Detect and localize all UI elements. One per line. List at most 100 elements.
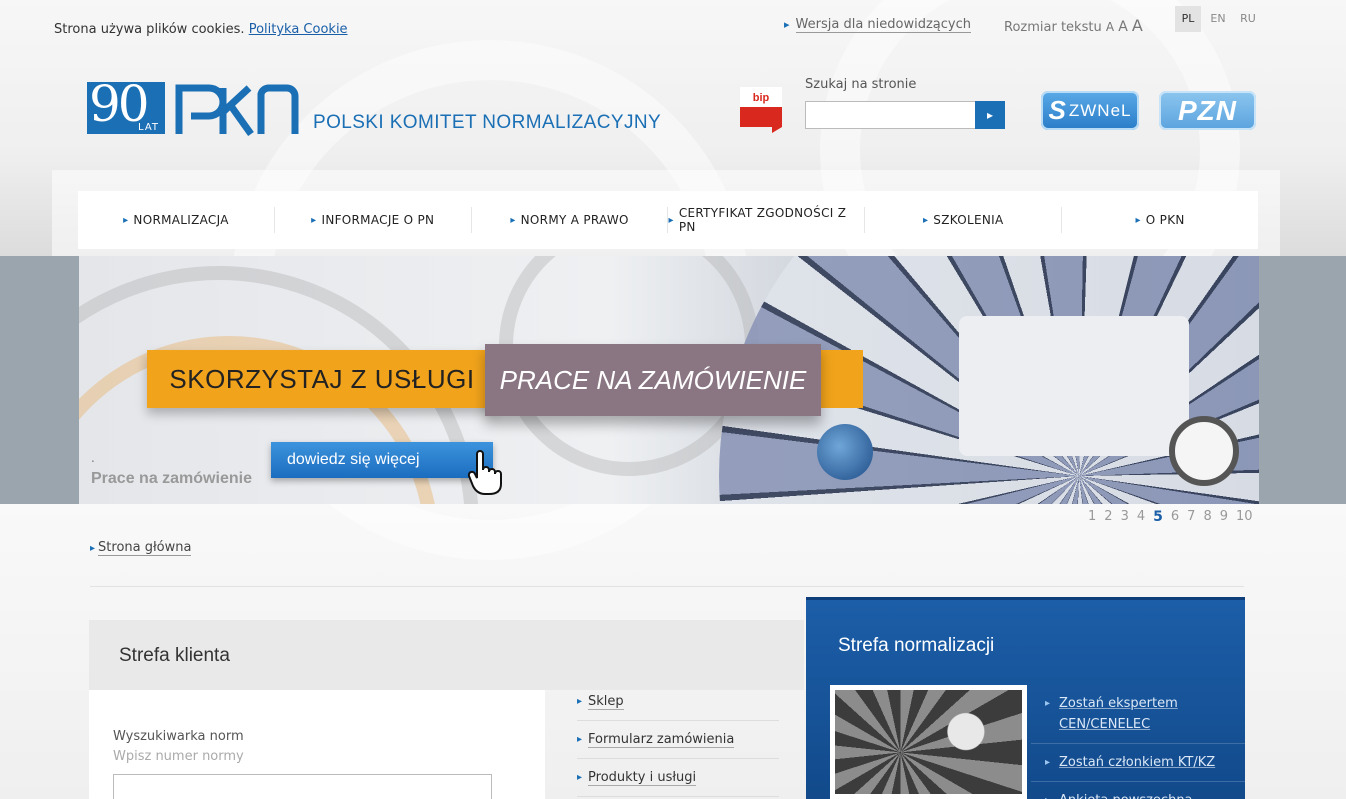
client-link-label: Sklep (588, 693, 624, 710)
zwnel-label: ZWNeL (1068, 100, 1132, 120)
chevron-right-icon: ▸ (668, 214, 674, 226)
text-size-large[interactable]: A (1132, 16, 1143, 35)
text-size-control: Rozmiar tekstu A A A (1004, 16, 1143, 35)
banner-headline-tail (821, 350, 863, 408)
cookie-text: Strona używa plików cookies. (54, 22, 245, 37)
pager-page-active[interactable]: 5 (1153, 509, 1163, 525)
language-switcher: PL EN RU (1175, 6, 1265, 32)
norm-link-label: Zostań członkiem KT/KZ (1059, 755, 1216, 770)
organization-name: POLSKI KOMITET NORMALIZACYJNY (313, 112, 662, 133)
search-input[interactable] (805, 101, 976, 129)
client-link-label: Produkty i usługi (588, 769, 697, 786)
banner-headline-right: PRACE NA ZAMÓWIENIE (485, 344, 821, 416)
cookie-policy-link[interactable]: Polityka Cookie (249, 22, 348, 37)
pager-page[interactable]: 9 (1220, 509, 1228, 525)
chevron-right-icon: ▸ (311, 214, 317, 226)
banner-pager: 1 2 3 4 5 6 7 8 9 10 (1088, 509, 1261, 525)
nav-item-o-pkn[interactable]: ▸ O PKN (1061, 207, 1258, 233)
svg-text:bip: bip (753, 92, 770, 104)
chevron-right-icon: ▸ (784, 18, 790, 31)
chevron-right-icon: ▸ (1045, 790, 1050, 799)
nav-item-szkolenia[interactable]: ▸ SZKOLENIA (864, 207, 1061, 233)
nav-item-informacje[interactable]: ▸ INFORMACJE O PN (273, 207, 471, 233)
banner-caption-dot: . (91, 451, 95, 465)
chevron-right-icon: ▸ (922, 214, 929, 226)
nav-item-normy-a-prawo[interactable]: ▸ NORMY A PRAWO (470, 207, 668, 233)
pzn-label: PZN (1178, 94, 1237, 126)
norm-search-hint: Wpisz numer normy (113, 749, 244, 764)
main-nav: ▸ NORMALIZACJA ▸ INFORMACJE O PN ▸ NORMY A … (78, 191, 1258, 249)
pager-page[interactable]: 4 (1137, 509, 1145, 525)
divider (90, 586, 1244, 587)
zwnel-logo-icon: S (1048, 95, 1067, 125)
text-size-small[interactable]: A (1106, 20, 1114, 34)
text-size-label: Rozmiar tekstu (1004, 20, 1102, 35)
learn-more-button[interactable]: dowiedz się więcej (271, 442, 493, 478)
accessibility-link[interactable]: Wersja dla niedowidzących (795, 17, 971, 33)
chevron-right-icon: ▸ (577, 696, 583, 707)
banner-photo-center (959, 316, 1189, 456)
norm-link-label: Ankieta powszechna (1059, 790, 1193, 799)
chevron-right-icon: ▸ (577, 772, 583, 783)
clock-icon (1169, 416, 1239, 486)
nav-item-normalizacja[interactable]: ▸ NORMALIZACJA (78, 207, 274, 233)
nav-item-label: CERTYFIKAT ZGODNOŚCI Z PN (678, 206, 847, 234)
client-links: ▸ Sklep ▸ Formularz zamówienia ▸ Produkty i… (577, 683, 779, 797)
globe-icon (817, 424, 873, 480)
pager-page[interactable]: 2 (1104, 509, 1112, 525)
search-label: Szukaj na stronie (805, 77, 917, 92)
breadcrumb-home[interactable]: Strona główna (98, 540, 192, 556)
chevron-right-icon: ▸ (123, 214, 129, 226)
chevron-right-icon: ▸ (1135, 214, 1141, 226)
hero-banner[interactable]: SKORZYSTAJ Z USŁUGI PRACE NA ZAMÓWIENIE … (79, 256, 1259, 504)
anniversary-lat: LAT (138, 122, 159, 133)
text-size-medium[interactable]: A (1118, 19, 1128, 35)
search-button[interactable]: ▸ (975, 101, 1005, 129)
chevron-right-icon: ▸ (1045, 698, 1051, 709)
norm-link-ekspert[interactable]: ▸ Zostań ekspertem CEN/CENELEC (1031, 685, 1245, 744)
accessibility-link-wrap[interactable]: ▸ Wersja dla niedowidzących (784, 17, 971, 33)
bip-link[interactable]: bip (740, 87, 782, 133)
pager-page[interactable]: 6 (1171, 509, 1179, 525)
nav-item-label: SZKOLENIA (933, 213, 1004, 227)
breadcrumb: ▸ Strona główna (90, 540, 192, 556)
pager-page[interactable]: 1 (1088, 509, 1096, 525)
norm-link-czlonek[interactable]: ▸ Zostań członkiem KT/KZ (1031, 744, 1245, 782)
normalization-links: ▸ Zostań ekspertem CEN/CENELEC ▸ Zostań cz… (1031, 685, 1245, 799)
hand-cursor-icon (467, 450, 502, 495)
cookie-notice: Strona używa plików cookies. Polityka Co… (54, 22, 348, 37)
chevron-right-icon: ▸ (577, 734, 583, 745)
pager-page[interactable]: 3 (1121, 509, 1129, 525)
chevron-right-icon: ▸ (510, 214, 516, 226)
bip-icon: bip (740, 87, 782, 133)
pager-page[interactable]: 7 (1187, 509, 1195, 525)
pkn-logo-mark (175, 84, 299, 136)
zwnel-link[interactable]: S ZWNeL (1041, 91, 1139, 130)
gears-image (835, 690, 1022, 794)
client-link-produkty[interactable]: ▸ Produkty i usługi (577, 759, 779, 797)
nav-item-certyfikat[interactable]: ▸ CERTYFIKAT ZGODNOŚCI Z PN (667, 206, 864, 234)
nav-item-label: NORMY A PRAWO (520, 213, 629, 227)
norm-search-label: Wyszukiwarka norm (113, 729, 244, 744)
anniversary-badge: 90 LAT (87, 75, 165, 134)
chevron-right-icon: ▸ (90, 543, 96, 554)
client-link-formularz[interactable]: ▸ Formularz zamówienia (577, 721, 779, 759)
banner-headline-left: SKORZYSTAJ Z USŁUGI (147, 350, 497, 408)
norm-search-input[interactable] (113, 774, 492, 799)
norm-link-ankieta[interactable]: ▸ Ankieta powszechna (1031, 782, 1245, 799)
pager-page[interactable]: 10 (1236, 509, 1253, 525)
client-link-sklep[interactable]: ▸ Sklep (577, 683, 779, 721)
pzn-link[interactable]: PZN (1159, 91, 1256, 130)
lang-ru[interactable]: RU (1235, 6, 1261, 32)
client-zone-title: Strefa klienta (119, 645, 230, 666)
pager-page[interactable]: 8 (1203, 509, 1211, 525)
chevron-right-icon: ▸ (1045, 757, 1051, 768)
normalization-zone-photo[interactable] (830, 685, 1027, 799)
nav-item-label: INFORMACJE O PN (321, 213, 435, 227)
lang-en[interactable]: EN (1205, 6, 1231, 32)
normalization-zone-title: Strefa normalizacji (838, 635, 995, 656)
lang-pl[interactable]: PL (1175, 6, 1201, 32)
norm-link-label: Zostań ekspertem CEN/CENELEC (1059, 696, 1178, 732)
banner-caption: Prace na zamówienie (91, 470, 252, 487)
chevron-right-icon: ▸ (986, 108, 994, 122)
